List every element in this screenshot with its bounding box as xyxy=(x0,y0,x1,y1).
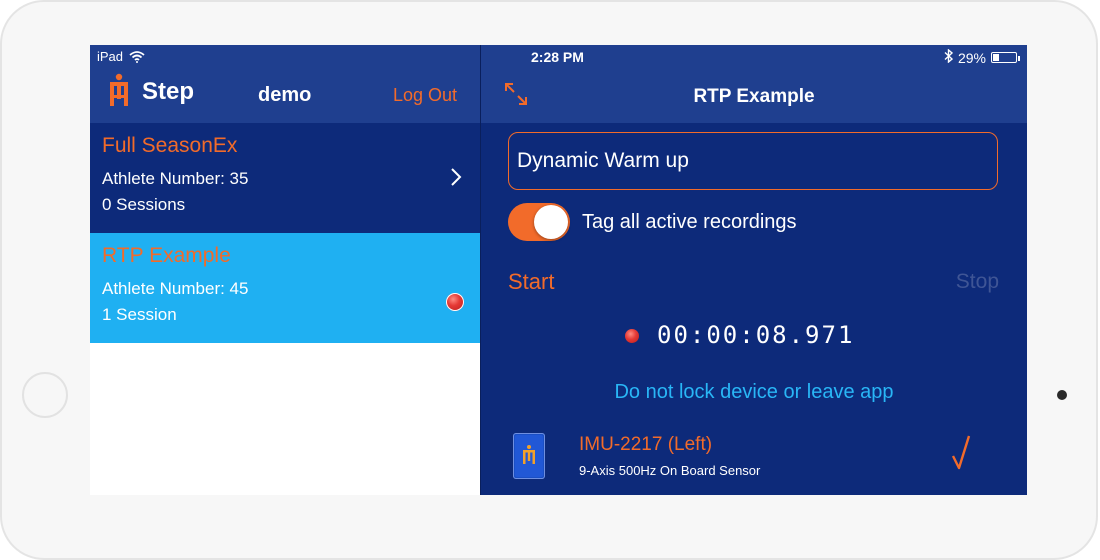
session-pane: 2:28 PM 29% RTP Example Dynamic Warm up … xyxy=(481,45,1027,495)
team-name: RTP Example xyxy=(102,244,231,267)
session-header: 2:28 PM 29% RTP Example xyxy=(481,45,1027,123)
tag-all-toggle[interactable] xyxy=(508,203,570,241)
battery-icon xyxy=(991,52,1020,63)
team-row-full-seasonex[interactable]: Full SeasonEx Athlete Number: 35 0 Sessi… xyxy=(90,123,480,233)
wifi-icon xyxy=(129,50,145,63)
stop-button[interactable]: Stop xyxy=(956,270,999,294)
recording-icon xyxy=(625,329,639,343)
username-label: demo xyxy=(258,84,312,106)
screen: iPad Step demo Log Out Full SeasonEx Ath… xyxy=(90,45,1027,495)
home-button[interactable] xyxy=(22,372,68,418)
sensor-description: 9-Axis 500Hz On Board Sensor xyxy=(579,463,761,478)
battery-percent: 29% xyxy=(957,49,986,66)
step-logo-icon xyxy=(107,73,131,112)
sidebar-header: iPad Step demo Log Out xyxy=(90,45,480,123)
elapsed-timer: 00:00:08.971 xyxy=(657,321,855,349)
clock: 2:28 PM xyxy=(531,49,584,65)
session-title: RTP Example xyxy=(693,86,815,107)
recording-icon xyxy=(446,293,464,311)
status-bar-left: iPad xyxy=(97,49,145,64)
signal-check-icon xyxy=(951,434,971,475)
device-label: iPad xyxy=(97,49,124,64)
tag-input[interactable] xyxy=(508,132,998,190)
camera xyxy=(1057,390,1067,400)
session-count: 0 Sessions xyxy=(102,195,186,214)
team-row-rtp-example[interactable]: RTP Example Athlete Number: 45 1 Session xyxy=(90,233,480,343)
chevron-right-icon xyxy=(450,167,462,192)
bluetooth-icon xyxy=(944,48,954,66)
athlete-count: Athlete Number: 35 xyxy=(102,169,249,188)
toggle-knob xyxy=(534,205,568,239)
lock-warning: Do not lock device or leave app xyxy=(614,381,894,403)
session-count: 1 Session xyxy=(102,305,177,324)
athlete-count: Athlete Number: 45 xyxy=(102,279,249,298)
logout-button[interactable]: Log Out xyxy=(393,85,457,106)
battery-tip xyxy=(1018,56,1020,61)
battery-level xyxy=(993,54,999,61)
app-name: Step xyxy=(142,78,195,105)
status-bar-right: 29% xyxy=(944,48,1020,66)
sensor-name: IMU-2217 (Left) xyxy=(579,434,713,455)
toggle-label: Tag all active recordings xyxy=(582,211,797,233)
start-button[interactable]: Start xyxy=(508,269,554,295)
sensor-icon xyxy=(513,433,545,479)
team-name: Full SeasonEx xyxy=(102,134,238,157)
team-list-pane: iPad Step demo Log Out Full SeasonEx Ath… xyxy=(90,45,480,495)
